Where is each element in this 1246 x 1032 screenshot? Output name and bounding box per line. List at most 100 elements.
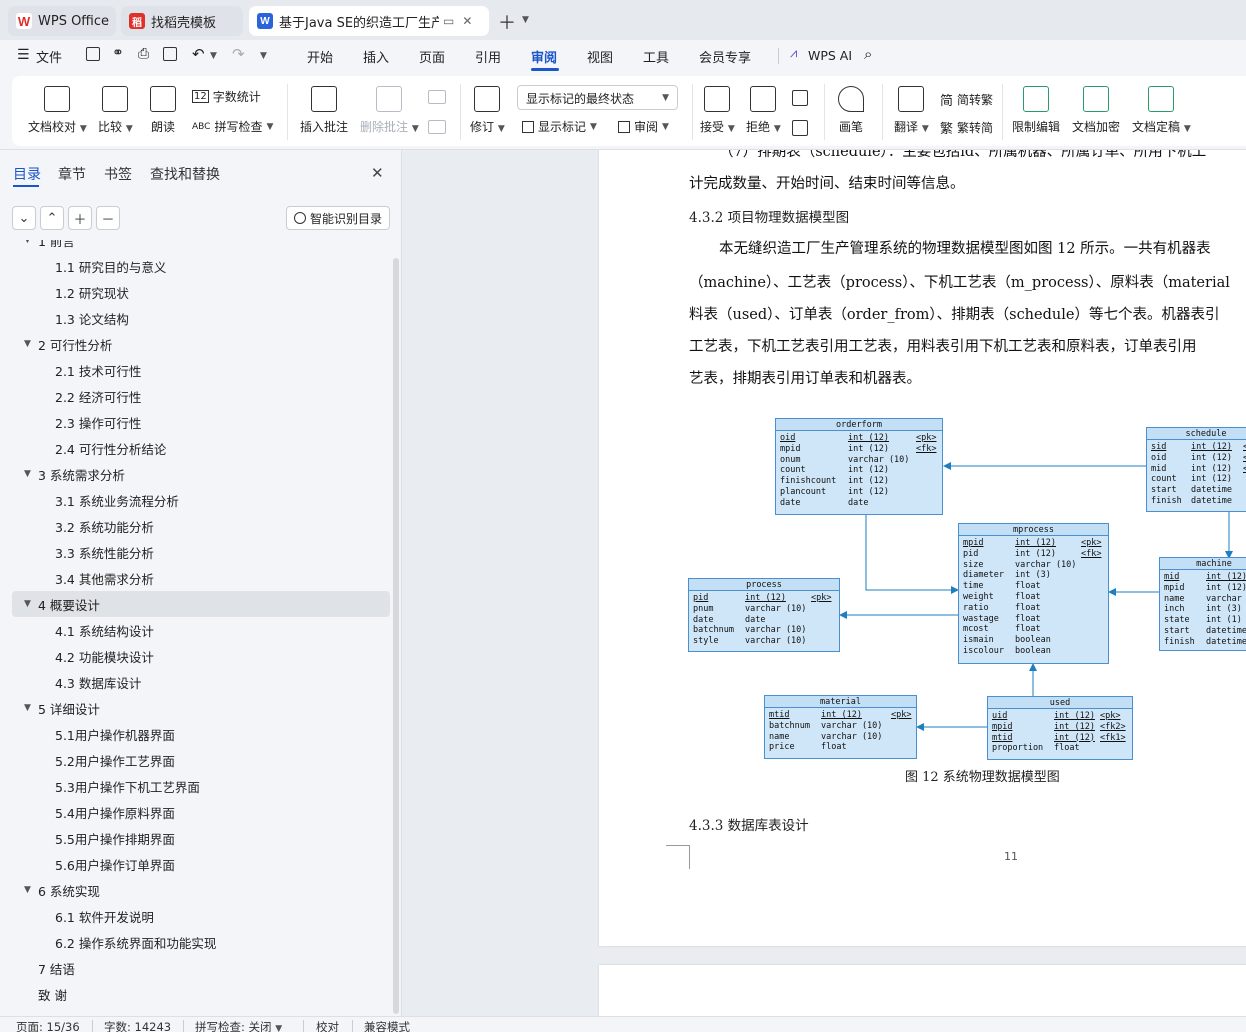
toc-item[interactable]: 2.3 操作可行性 (0, 409, 392, 435)
status-word-count[interactable]: 字数: 14243 (104, 1019, 171, 1032)
expand-arrow-icon[interactable]: ▼ (24, 339, 31, 349)
nav-tab-chapters[interactable]: 章节 (58, 164, 86, 184)
tab-wps-office[interactable]: W WPS Office (8, 6, 116, 36)
menu-home[interactable]: 开始 (307, 47, 333, 66)
toc-item[interactable]: 1.2 研究现状 (0, 279, 392, 305)
hamburger-icon[interactable]: ☰ (17, 47, 30, 63)
track-changes-button[interactable]: 修订 ▼ (470, 86, 505, 135)
print-icon[interactable]: ⎙ (138, 46, 149, 62)
menu-tools[interactable]: 工具 (643, 47, 669, 66)
toc-item[interactable]: ▼ 2 可行性分析 (0, 331, 392, 357)
toc-item[interactable]: 1.1 研究目的与意义 (0, 253, 392, 279)
add-heading-button[interactable]: ＋ (68, 206, 92, 230)
expand-arrow-icon[interactable]: ▼ (24, 885, 31, 895)
close-pane-icon[interactable]: ✕ (371, 164, 384, 182)
expand-arrow-icon[interactable]: ▼ (24, 240, 31, 245)
menu-view[interactable]: 视图 (587, 47, 613, 66)
toc-item[interactable]: ▼ 4 概要设计 (12, 591, 390, 617)
expand-arrow-icon[interactable]: ▼ (24, 599, 31, 609)
toc-item[interactable]: 5.6用户操作订单界面 (0, 851, 392, 877)
translate-button[interactable]: 翻译 ▼ (894, 86, 929, 135)
redo-icon[interactable]: ↷ (232, 45, 245, 63)
expand-arrow-icon[interactable]: ▼ (24, 469, 31, 479)
prev-change-icon[interactable] (792, 90, 808, 106)
menu-member[interactable]: 会员专享 (699, 47, 751, 66)
status-page[interactable]: 页面: 15/36 (16, 1019, 80, 1032)
delete-comment-button[interactable]: 删除批注 ▼ (360, 86, 419, 135)
toc-item[interactable]: 5.5用户操作排期界面 (0, 825, 392, 851)
toc-item[interactable]: 6.2 操作系统界面和功能实现 (0, 929, 392, 955)
toc-item[interactable]: ▼ 3 系统需求分析 (0, 461, 392, 487)
nav-scrollbar[interactable] (393, 258, 399, 1014)
toc-item[interactable]: 6.1 软件开发说明 (0, 903, 392, 929)
insert-comment-button[interactable]: 插入批注 (300, 86, 348, 135)
next-change-icon[interactable] (792, 120, 808, 136)
menu-review[interactable]: 审阅 (531, 47, 557, 66)
toc-item[interactable]: 7 结语 (0, 955, 392, 981)
proofread-button[interactable]: 文档校对 ▼ (28, 86, 87, 135)
toc-item[interactable]: 4.3 数据库设计 (0, 669, 392, 695)
menu-insert[interactable]: 插入 (363, 47, 389, 66)
encrypt-document-button[interactable]: 文档加密 (1072, 86, 1120, 135)
toc-item[interactable]: 1.3 论文结构 (0, 305, 392, 331)
accept-button[interactable]: 接受 ▼ (700, 86, 735, 135)
nav-tab-bookmarks[interactable]: 书签 (104, 164, 132, 184)
toc-item[interactable]: 5.3用户操作下机工艺界面 (0, 773, 392, 799)
document-page[interactable]: （7）排期表（schedule）：主要包括id、所属机器、所属订单、所用下机工 … (599, 150, 1246, 946)
toc-item[interactable]: ▼ 5 详细设计 (0, 695, 392, 721)
word-count-button[interactable]: 12 字数统计 (192, 88, 261, 105)
screen-icon[interactable]: ▭ (443, 14, 454, 28)
tab-list-dropdown-icon[interactable]: ▼ (522, 15, 529, 25)
compare-button[interactable]: 比较 ▼ (98, 86, 133, 135)
pen-button[interactable]: 画笔 (838, 86, 864, 135)
nav-tab-toc[interactable]: 目录 (13, 164, 41, 184)
smart-toc-button[interactable]: 智能识别目录 (286, 206, 390, 230)
save-icon[interactable] (86, 47, 100, 61)
toc-item[interactable]: ▼ 6 系统实现 (0, 877, 392, 903)
search-icon[interactable]: ⌕ (864, 45, 872, 63)
undo-dropdown-icon[interactable]: ▼ (210, 51, 217, 61)
spell-check-button[interactable]: ABC 拼写检查 ▼ (192, 118, 273, 135)
move-up-button[interactable]: ⌃ (40, 206, 64, 230)
expand-arrow-icon[interactable]: ▼ (24, 703, 31, 713)
new-tab-button[interactable]: ＋ (498, 9, 516, 35)
next-comment-icon[interactable] (428, 120, 446, 134)
menu-page[interactable]: 页面 (419, 47, 445, 66)
toc-item[interactable]: 4.2 功能模块设计 (0, 643, 392, 669)
toc-item[interactable]: 4.1 系统结构设计 (0, 617, 392, 643)
undo-icon[interactable]: ↶ (192, 45, 205, 63)
finalize-document-button[interactable]: 文档定稿 ▼ (1132, 86, 1191, 135)
prev-comment-icon[interactable] (428, 90, 446, 104)
toc-item[interactable]: 2.1 技术可行性 (0, 357, 392, 383)
more-dropdown-icon[interactable]: ▼ (260, 51, 267, 61)
to-simplified-button[interactable]: 繁 繁转简 (940, 118, 993, 137)
status-proofread[interactable]: 校对 (316, 1019, 339, 1032)
toc-item[interactable]: 2.2 经济可行性 (0, 383, 392, 409)
toc-item[interactable]: 3.4 其他需求分析 (0, 565, 392, 591)
toc-item[interactable]: 5.1用户操作机器界面 (0, 721, 392, 747)
status-spell-check[interactable]: 拼写检查: 关闭 ▼ (195, 1019, 282, 1032)
toc-item[interactable]: 5.2用户操作工艺界面 (0, 747, 392, 773)
nav-tab-find-replace[interactable]: 查找和替换 (150, 164, 220, 184)
review-pane-button[interactable]: 审阅 ▼ (618, 118, 669, 135)
read-aloud-button[interactable]: 朗读 (150, 86, 176, 135)
show-markup-button[interactable]: 显示标记 ▼ (522, 118, 597, 135)
print-preview-icon[interactable] (163, 47, 177, 61)
toc-item[interactable]: 3.3 系统性能分析 (0, 539, 392, 565)
toc-item[interactable]: 致 谢 (0, 981, 392, 1007)
close-tab-icon[interactable]: ✕ (462, 14, 472, 28)
toc-item[interactable]: 3.1 系统业务流程分析 (0, 487, 392, 513)
to-traditional-button[interactable]: 简 简转繁 (940, 90, 993, 109)
reject-button[interactable]: 拒绝 ▼ (746, 86, 781, 135)
toc-item[interactable]: ▼ 1 前言 (0, 240, 392, 253)
share-icon[interactable]: ⚭ (112, 45, 124, 61)
remove-heading-button[interactable]: － (96, 206, 120, 230)
tab-current-document[interactable]: W 基于Java SE的织造工厂生产管 ▭ ✕ (249, 6, 489, 36)
menu-file[interactable]: 文件 (36, 47, 62, 66)
next-document-page[interactable] (599, 965, 1246, 1016)
menu-references[interactable]: 引用 (475, 47, 501, 66)
tab-docer-templates[interactable]: 稻 找稻壳模板 (121, 6, 243, 36)
restrict-editing-button[interactable]: 限制编辑 (1012, 86, 1060, 135)
markup-display-select[interactable]: 显示标记的最终状态 ▼ (517, 85, 678, 110)
toc-item[interactable]: 3.2 系统功能分析 (0, 513, 392, 539)
